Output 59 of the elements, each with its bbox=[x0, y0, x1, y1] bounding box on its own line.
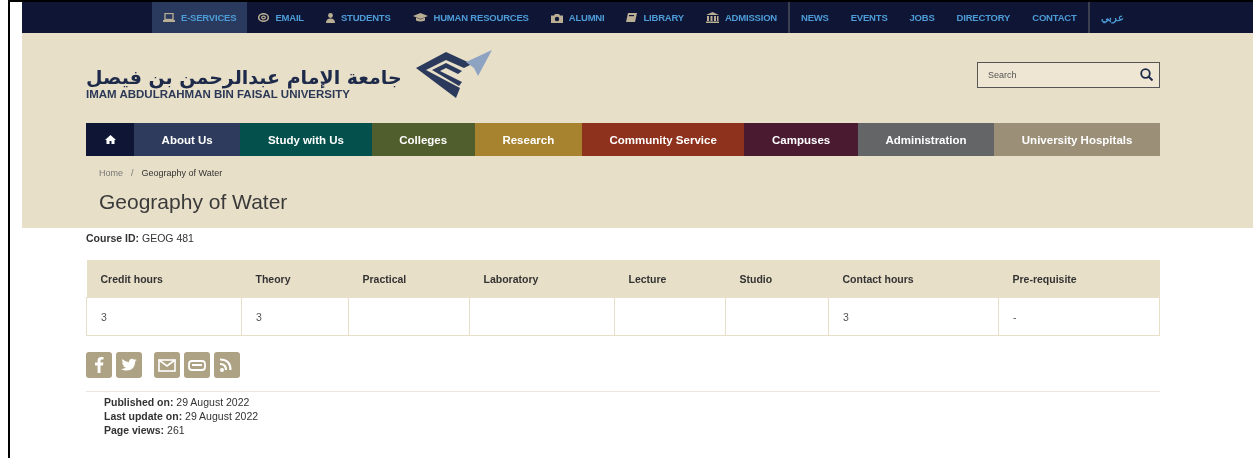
course-id: Course ID: GEOG 481 bbox=[86, 232, 194, 244]
nav-tab[interactable]: Campuses bbox=[744, 123, 858, 156]
facebook-icon[interactable] bbox=[86, 352, 112, 378]
top-link[interactable]: عربي bbox=[1089, 2, 1135, 33]
top-link[interactable]: STUDENTS bbox=[314, 2, 402, 33]
rss-icon[interactable] bbox=[214, 352, 240, 378]
camera-icon bbox=[550, 12, 563, 23]
printer-icon[interactable] bbox=[184, 352, 210, 378]
table-cell: 3 bbox=[843, 310, 849, 323]
column-header: Pre-requisite bbox=[998, 260, 1160, 298]
university-name: IMAM ABDULRAHMAN BIN FAISAL UNIVERSITY bbox=[86, 88, 350, 101]
column-header: Lecture bbox=[614, 260, 726, 298]
nav-tab[interactable]: Study with Us bbox=[240, 123, 372, 156]
top-link[interactable]: NEWS bbox=[790, 2, 840, 33]
meta-line: Published on: 29 August 2022 bbox=[104, 396, 251, 408]
nav-tab[interactable]: Administration bbox=[857, 123, 995, 156]
column-header: Contact hours bbox=[828, 260, 999, 298]
email-icon[interactable] bbox=[154, 352, 180, 378]
top-link[interactable]: DIRECTORY bbox=[945, 2, 1022, 33]
meta-line: Page views: 261 bbox=[104, 424, 186, 436]
book-icon bbox=[626, 13, 638, 22]
meta-line: Last update on: 29 August 2022 bbox=[104, 410, 260, 422]
table-cell: 3 bbox=[256, 310, 262, 323]
twitter-icon[interactable] bbox=[116, 352, 142, 378]
search-icon[interactable] bbox=[1140, 68, 1153, 81]
graduation-cap-icon bbox=[412, 13, 428, 22]
bank-building-icon bbox=[705, 12, 719, 23]
column-header: Laboratory bbox=[469, 260, 615, 298]
table-cell: - bbox=[1013, 310, 1017, 323]
top-link[interactable]: ADMISSION bbox=[694, 2, 788, 33]
home-button[interactable] bbox=[86, 123, 134, 156]
breadcrumb-separator: / bbox=[131, 168, 134, 178]
column-header: Credit hours bbox=[86, 260, 242, 298]
top-link[interactable]: HUMAN RESOURCES bbox=[401, 2, 540, 33]
search-field[interactable]: Search bbox=[977, 62, 1160, 88]
column-header: Practical bbox=[348, 260, 470, 298]
nav-tab[interactable]: Community Service bbox=[581, 123, 745, 156]
column-header: Theory bbox=[241, 260, 349, 298]
breadcrumb-link[interactable]: Home bbox=[99, 168, 123, 178]
university-name-arabic: جامعة الإمام عبدالرحمن بن فيصل bbox=[86, 66, 402, 88]
top-link[interactable]: CONTACT bbox=[1021, 2, 1088, 33]
nav-tab[interactable]: About Us bbox=[134, 123, 241, 156]
top-link[interactable]: EVENTS bbox=[839, 2, 899, 33]
column-header: Studio bbox=[725, 260, 829, 298]
at-sign-icon bbox=[258, 13, 270, 22]
top-link[interactable]: ALUMNI bbox=[539, 2, 616, 33]
person-icon bbox=[325, 12, 335, 23]
table-cell: 3 bbox=[101, 310, 107, 323]
nav-tab[interactable]: Colleges bbox=[371, 123, 475, 156]
page-title: Geography of Water bbox=[99, 190, 289, 214]
laptop-icon bbox=[163, 13, 175, 22]
breadcrumb-current: Geography of Water bbox=[141, 168, 223, 178]
nav-tab[interactable]: Research bbox=[474, 123, 582, 156]
top-link[interactable]: LIBRARY bbox=[615, 2, 695, 33]
nav-tab[interactable]: University Hospitals bbox=[994, 123, 1160, 156]
home-icon bbox=[104, 135, 116, 144]
top-link[interactable]: E-SERVICES bbox=[152, 2, 248, 33]
top-link[interactable]: EMAIL bbox=[247, 2, 315, 33]
top-link[interactable]: JOBS bbox=[898, 2, 946, 33]
